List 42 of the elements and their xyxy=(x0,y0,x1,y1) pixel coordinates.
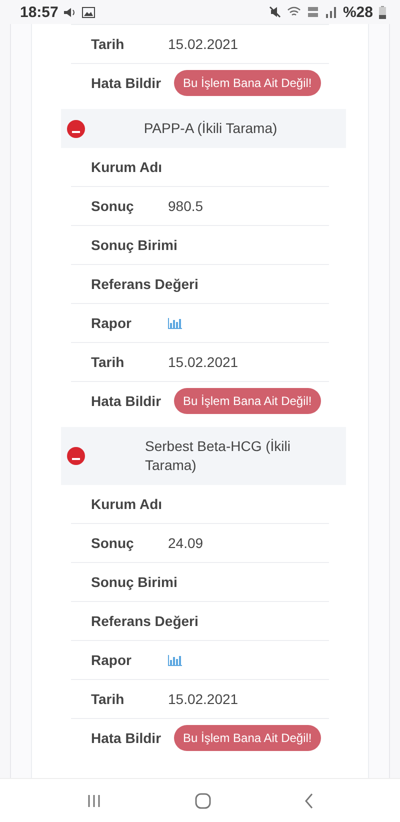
bar-chart-icon[interactable] xyxy=(168,654,182,666)
status-time: 18:57 xyxy=(20,4,58,20)
field-label: Hata Bildir xyxy=(90,75,162,91)
field-value: 24.09 xyxy=(167,535,204,551)
speaker-icon xyxy=(64,6,76,18)
report-button[interactable]: Bu İşlem Bana Ait Değil! xyxy=(174,725,321,751)
collapse-icon[interactable] xyxy=(67,120,85,138)
field-label: Tarih xyxy=(90,691,126,707)
field-label: Rapor xyxy=(90,315,132,331)
signal-icon xyxy=(324,6,337,18)
field-label: Hata Bildir xyxy=(90,393,162,409)
section-title: PAPP-A (İkili Tarama) xyxy=(142,119,278,138)
battery-icon xyxy=(379,6,386,18)
field-label: Sonuç xyxy=(90,535,135,551)
field-label: Referans Değeri xyxy=(90,276,198,292)
image-icon xyxy=(82,6,96,18)
field-value: 15.02.2021 xyxy=(167,36,238,52)
section-title: Serbest Beta-HCG (İkili Tarama) xyxy=(144,437,292,475)
field-label: Sonuç Birimi xyxy=(90,574,178,590)
collapse-icon[interactable] xyxy=(67,447,85,465)
wifi-icon xyxy=(286,6,301,18)
mute-icon xyxy=(268,6,281,18)
field-value: 980.5 xyxy=(167,198,204,214)
field-label: Sonuç xyxy=(90,198,135,214)
lte-icon xyxy=(306,6,319,18)
recent-apps-icon[interactable] xyxy=(86,794,102,808)
field-label: Kurum Adı xyxy=(90,496,162,512)
home-icon[interactable] xyxy=(194,792,211,808)
field-value: 15.02.2021 xyxy=(167,354,238,370)
field-label: Tarih xyxy=(90,354,126,370)
field-label: Referans Değeri xyxy=(90,613,198,629)
field-value: 15.02.2021 xyxy=(167,691,238,707)
field-label: Rapor xyxy=(90,652,132,668)
field-label: Hata Bildir xyxy=(90,730,162,746)
field-label: Sonuç Birimi xyxy=(90,237,178,253)
field-label: Tarih xyxy=(90,36,126,52)
bar-chart-icon[interactable] xyxy=(168,318,182,328)
report-button[interactable]: Bu İşlem Bana Ait Değil! xyxy=(174,388,321,414)
back-icon[interactable] xyxy=(304,792,314,808)
battery-level: %28 xyxy=(342,4,373,20)
report-button[interactable]: Bu İşlem Bana Ait Değil! xyxy=(174,70,321,96)
field-label: Kurum Adı xyxy=(90,159,162,175)
